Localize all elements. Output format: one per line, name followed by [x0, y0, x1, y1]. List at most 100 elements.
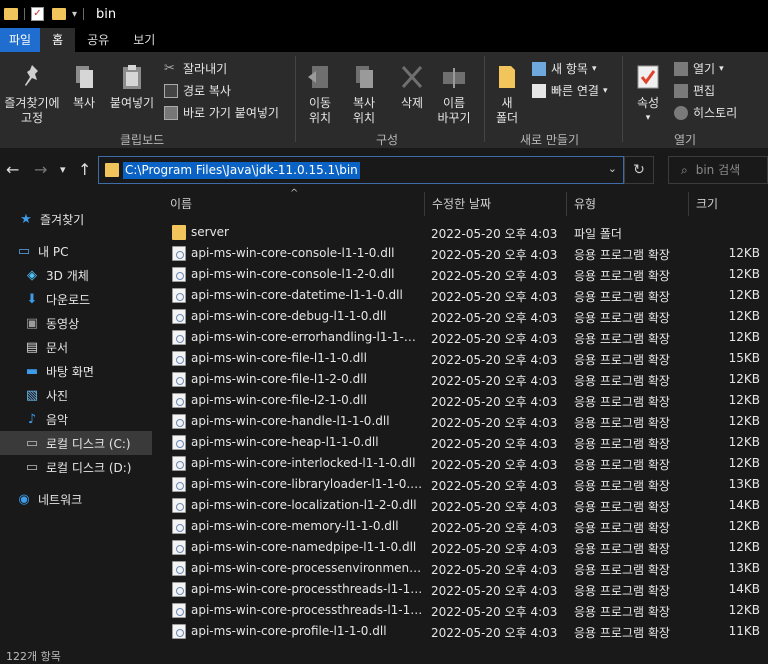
file-row[interactable]: api-ms-win-core-profile-l1-1-0.dll 2022-0…	[152, 621, 768, 642]
drive-icon: ▭	[25, 459, 39, 475]
file-date: 2022-05-20 오후 4:03	[431, 269, 558, 283]
nav-item-local-disk-d[interactable]: ▭ 로컬 디스크 (D:)	[0, 455, 152, 479]
column-divider[interactable]	[424, 192, 425, 216]
forward-arrow-icon[interactable]: →	[34, 160, 47, 179]
file-type: 응용 프로그램 확장	[574, 584, 670, 598]
file-list: server 2022-05-20 오후 4:03 파일 폴더 api-ms-win-…	[152, 222, 768, 650]
file-row[interactable]: api-ms-win-core-namedpipe-l1-1-0.dll 2022…	[152, 537, 768, 558]
file-type: 응용 프로그램 확장	[574, 521, 670, 535]
search-input[interactable]: ⌕ bin 검색	[668, 156, 768, 184]
nav-item-this-pc[interactable]: ▭ 내 PC	[0, 239, 152, 263]
desktop-icon: ▬	[25, 363, 39, 379]
tab-share[interactable]: 공유	[75, 28, 121, 52]
copy-to-button[interactable]: 복사 위치	[344, 62, 384, 126]
tab-view[interactable]: 보기	[121, 28, 167, 52]
file-type: 응용 프로그램 확장	[574, 458, 670, 472]
nav-item-local-disk-c[interactable]: ▭ 로컬 디스크 (C:)	[0, 431, 152, 455]
nav-item-desktop[interactable]: ▬ 바탕 화면	[0, 359, 152, 383]
column-divider[interactable]	[566, 192, 567, 216]
new-item-button[interactable]: 새 항목 ▾	[532, 60, 596, 77]
chevron-down-icon: ▾	[591, 63, 597, 74]
rename-button[interactable]: 이름 바꾸기	[434, 62, 474, 126]
file-row[interactable]: api-ms-win-core-handle-l1-1-0.dll 2022-05…	[152, 411, 768, 432]
nav-item-documents[interactable]: ▤ 문서	[0, 335, 152, 359]
copy-path-button[interactable]: 경로 복사	[164, 82, 231, 99]
back-arrow-icon[interactable]: ←	[6, 160, 19, 179]
delete-label: 삭제	[400, 96, 424, 110]
file-row[interactable]: api-ms-win-core-console-l1-2-0.dll 2022-0…	[152, 264, 768, 285]
nav-item-quick-access[interactable]: ★ 즐겨찾기	[0, 207, 152, 231]
file-date: 2022-05-20 오후 4:03	[431, 542, 558, 556]
pin-to-quick-access-button[interactable]: 즐겨찾기에 고정	[2, 62, 62, 126]
easy-access-button[interactable]: 빠른 연결 ▾	[532, 82, 608, 99]
history-label: 히스토리	[693, 106, 738, 120]
vertical-scrollbar[interactable]	[760, 218, 768, 650]
open-button[interactable]: 열기 ▾	[674, 60, 724, 77]
up-arrow-icon[interactable]: ↑	[78, 160, 91, 179]
edit-button[interactable]: 편집	[674, 82, 715, 99]
properties-button[interactable]: 속성 ▾	[628, 62, 668, 126]
file-row[interactable]: api-ms-win-core-debug-l1-1-0.dll 2022-05-…	[152, 306, 768, 327]
column-divider[interactable]	[688, 192, 689, 216]
paste-shortcut-button[interactable]: 바로 가기 붙여넣기	[164, 104, 279, 121]
nav-item-3d-objects[interactable]: ◈ 3D 개체	[0, 263, 152, 287]
history-button[interactable]: 히스토리	[674, 104, 737, 121]
customize-toolbar-chevron-icon[interactable]: ▾	[72, 9, 77, 20]
properties-icon	[634, 62, 662, 92]
properties-quick-icon[interactable]: ✓	[31, 7, 44, 21]
music-icon: ♪	[27, 411, 37, 427]
file-row[interactable]: api-ms-win-core-processthreads-l1-1-1...…	[152, 600, 768, 621]
address-bar[interactable]: C:\Program Files\Java\jdk-11.0.15.1\bin …	[98, 156, 624, 184]
status-bar: 122개 항목	[0, 650, 768, 664]
file-size: 12KB	[728, 519, 760, 533]
column-name[interactable]: 이름	[164, 190, 424, 218]
open-icon	[674, 61, 688, 76]
new-folder-quick-icon[interactable]	[52, 8, 66, 20]
column-date[interactable]: 수정한 날짜	[426, 190, 566, 218]
file-row[interactable]: api-ms-win-core-console-l1-1-0.dll 2022-0…	[152, 243, 768, 264]
address-path[interactable]: C:\Program Files\Java\jdk-11.0.15.1\bin	[123, 162, 360, 179]
file-row[interactable]: api-ms-win-core-memory-l1-1-0.dll 2022-05…	[152, 516, 768, 537]
paste-button[interactable]: 붙여넣기	[106, 62, 158, 111]
copy-icon	[70, 62, 98, 92]
file-row[interactable]: api-ms-win-core-file-l1-1-0.dll 2022-05-2…	[152, 348, 768, 369]
recent-locations-chevron-icon[interactable]: ▾	[60, 163, 66, 176]
nav-label: 즐겨찾기	[40, 212, 85, 227]
new-folder-button[interactable]: 새 폴더	[490, 62, 524, 126]
tab-home[interactable]: 홈	[40, 28, 76, 52]
file-row[interactable]: api-ms-win-core-libraryloader-l1-1-0.dll…	[152, 474, 768, 495]
file-name: api-ms-win-core-debug-l1-1-0.dll	[191, 309, 387, 323]
file-row[interactable]: api-ms-win-core-processenvironment-l1...…	[152, 558, 768, 579]
file-size: 12KB	[728, 435, 760, 449]
column-size[interactable]: 크기	[690, 190, 760, 218]
nav-item-network[interactable]: ◉ 네트워크	[0, 487, 152, 511]
nav-item-music[interactable]: ♪ 음악	[0, 407, 152, 431]
file-row[interactable]: api-ms-win-core-processthreads-l1-1-0...…	[152, 579, 768, 600]
nav-item-pictures[interactable]: ▧ 사진	[0, 383, 152, 407]
nav-item-downloads[interactable]: ⬇ 다운로드	[0, 287, 152, 311]
file-row[interactable]: api-ms-win-core-interlocked-l1-1-0.dll 20…	[152, 453, 768, 474]
history-icon	[674, 105, 688, 120]
nav-item-videos[interactable]: ▣ 동영상	[0, 311, 152, 335]
copy-to-label-1: 복사	[352, 96, 376, 110]
file-row[interactable]: api-ms-win-core-localization-l1-2-0.dll 2…	[152, 495, 768, 516]
copy-button[interactable]: 복사	[66, 62, 102, 111]
file-type: 응용 프로그램 확장	[574, 437, 670, 451]
file-row[interactable]: api-ms-win-core-datetime-l1-1-0.dll 2022-…	[152, 285, 768, 306]
cut-button[interactable]: ✂ 잘라내기	[164, 60, 227, 77]
file-row[interactable]: api-ms-win-core-file-l2-1-0.dll 2022-05-2…	[152, 390, 768, 411]
file-date: 2022-05-20 오후 4:03	[431, 353, 558, 367]
move-to-button[interactable]: 이동 위치	[300, 62, 340, 126]
file-row[interactable]: api-ms-win-core-heap-l1-1-0.dll 2022-05-2…	[152, 432, 768, 453]
move-label-1: 이동	[308, 96, 332, 110]
file-row[interactable]: server 2022-05-20 오후 4:03 파일 폴더	[152, 222, 768, 243]
file-row[interactable]: api-ms-win-core-errorhandling-l1-1-0.dll…	[152, 327, 768, 348]
tab-file[interactable]: 파일	[0, 28, 41, 52]
chevron-down-icon[interactable]: ⌄	[608, 162, 617, 175]
file-row[interactable]: api-ms-win-core-file-l1-2-0.dll 2022-05-2…	[152, 369, 768, 390]
column-type[interactable]: 유형	[568, 190, 688, 218]
delete-button[interactable]: 삭제	[394, 62, 430, 111]
copy-path-label: 경로 복사	[183, 84, 231, 98]
file-date: 2022-05-20 오후 4:03	[431, 605, 558, 619]
refresh-icon[interactable]: ↻	[624, 156, 654, 184]
